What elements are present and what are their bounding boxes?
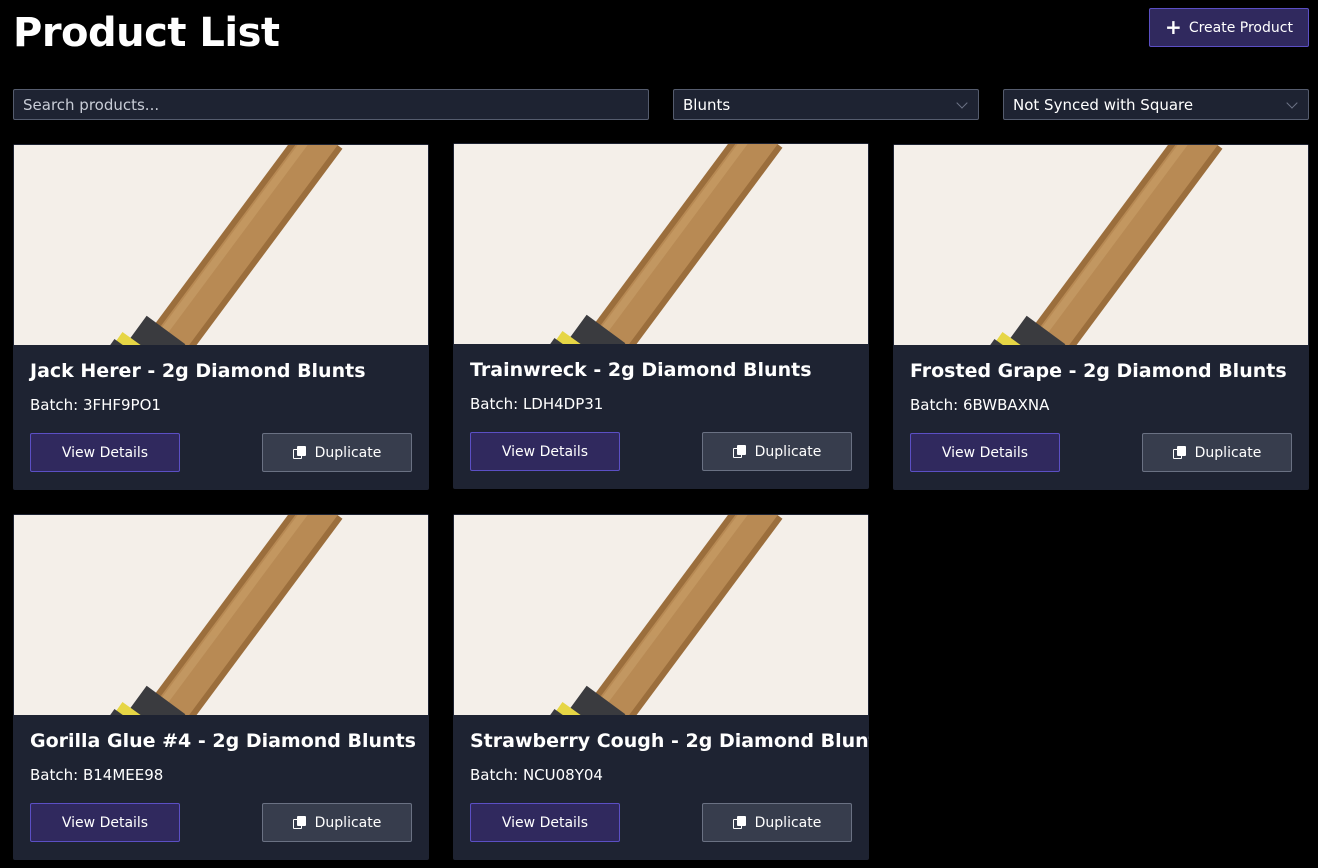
product-name: Jack Herer - 2g Diamond Blunts [30, 360, 366, 382]
duplicate-label: Duplicate [314, 444, 382, 461]
view-details-button[interactable]: View Details [470, 432, 620, 471]
product-card: Frosted Grape - 2g Diamond Blunts Batch:… [893, 144, 1309, 490]
product-image [454, 144, 868, 344]
chevron-down-icon [956, 97, 968, 109]
duplicate-label: Duplicate [1194, 444, 1262, 461]
view-details-button[interactable]: View Details [30, 433, 180, 472]
view-details-button[interactable]: View Details [470, 803, 620, 842]
product-batch: Batch: NCU08Y04 [470, 766, 603, 784]
product-name: Strawberry Cough - 2g Diamond Blunts [470, 730, 869, 752]
duplicate-icon [292, 815, 307, 830]
category-select-value: Blunts [683, 95, 731, 114]
search-input[interactable] [13, 89, 649, 120]
product-card: Gorilla Glue #4 - 2g Diamond Blunts Batc… [13, 514, 429, 860]
duplicate-button[interactable]: Duplicate [702, 432, 852, 471]
page-title: Product List [13, 10, 280, 56]
duplicate-label: Duplicate [314, 814, 382, 831]
view-details-button[interactable]: View Details [910, 433, 1060, 472]
product-batch: Batch: B14MEE98 [30, 766, 164, 784]
product-name: Trainwreck - 2g Diamond Blunts [470, 359, 812, 381]
product-image [14, 515, 428, 715]
duplicate-icon [732, 444, 747, 459]
duplicate-button[interactable]: Duplicate [702, 803, 852, 842]
sync-status-select-value: Not Synced with Square [1013, 95, 1194, 114]
product-card: Jack Herer - 2g Diamond Blunts Batch: 3F… [13, 144, 429, 490]
sync-status-select[interactable]: Not Synced with Square [1003, 89, 1309, 120]
duplicate-icon [292, 445, 307, 460]
duplicate-label: Duplicate [754, 443, 822, 460]
create-product-label: Create Product [1188, 19, 1293, 36]
chevron-down-icon [1286, 97, 1298, 109]
duplicate-label: Duplicate [754, 814, 822, 831]
product-batch: Batch: LDH4DP31 [470, 395, 604, 413]
product-image [14, 145, 428, 345]
duplicate-icon [732, 815, 747, 830]
product-name: Gorilla Glue #4 - 2g Diamond Blunts [30, 730, 416, 752]
duplicate-button[interactable]: Duplicate [262, 803, 412, 842]
create-product-button[interactable]: + Create Product [1149, 8, 1309, 47]
product-batch: Batch: 3FHF9PO1 [30, 396, 161, 414]
plus-icon: + [1165, 14, 1182, 39]
product-image [894, 145, 1308, 345]
category-select[interactable]: Blunts [673, 89, 979, 120]
duplicate-button[interactable]: Duplicate [262, 433, 412, 472]
view-details-button[interactable]: View Details [30, 803, 180, 842]
duplicate-button[interactable]: Duplicate [1142, 433, 1292, 472]
product-image [454, 515, 868, 715]
product-batch: Batch: 6BWBAXNA [910, 396, 1050, 414]
duplicate-icon [1172, 445, 1187, 460]
product-card: Trainwreck - 2g Diamond Blunts Batch: LD… [453, 143, 869, 489]
product-name: Frosted Grape - 2g Diamond Blunts [910, 360, 1287, 382]
product-card: Strawberry Cough - 2g Diamond Blunts Bat… [453, 514, 869, 860]
